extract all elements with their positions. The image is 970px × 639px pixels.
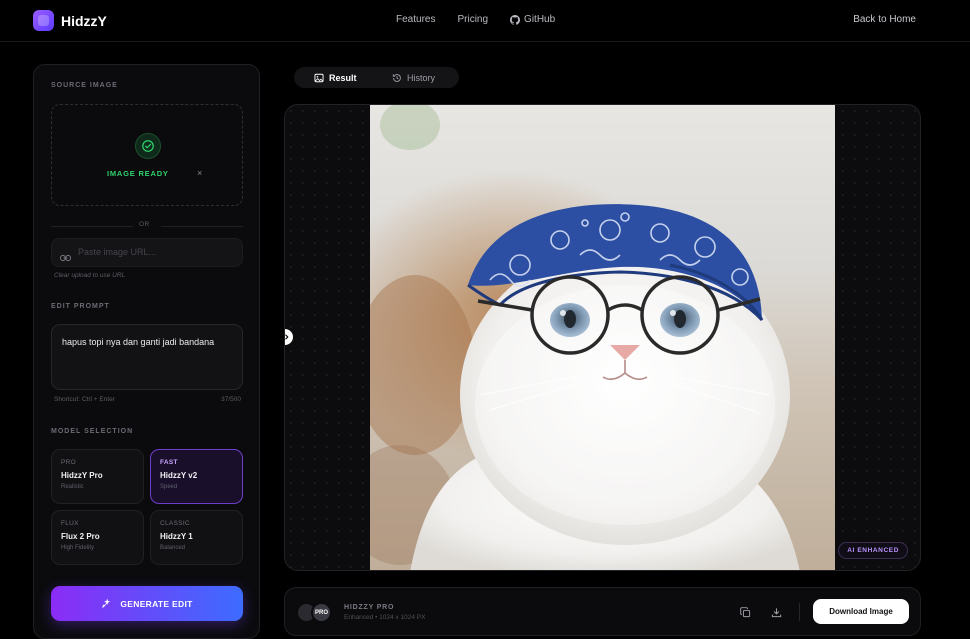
model-subtitle: High Fidelity (61, 545, 95, 551)
remove-image-button[interactable]: × (197, 168, 202, 178)
output-meta: Enhanced • 1024 x 1024 PX (344, 614, 426, 621)
brand-logo[interactable]: HidzzY (33, 10, 107, 31)
save-button[interactable] (769, 605, 783, 619)
chevron-right-icon (285, 334, 289, 340)
nav-github[interactable]: GitHub (510, 14, 555, 25)
image-ready-status: IMAGE READY (107, 169, 169, 178)
copy-icon (739, 606, 750, 617)
generate-edit-button[interactable]: GENERATE EDIT (51, 586, 243, 621)
tab-history[interactable]: History (384, 70, 443, 85)
image-url-input[interactable] (78, 247, 228, 257)
check-icon (135, 133, 161, 159)
generate-edit-label: GENERATE EDIT (120, 598, 193, 609)
or-label: OR (139, 221, 150, 228)
image-icon (314, 73, 324, 82)
nav-github-label: GitHub (524, 14, 556, 25)
top-header: HidzzY Features Pricing GitHub Back to H… (0, 0, 970, 42)
model-subtitle: Speed (160, 484, 178, 490)
compare-handle[interactable] (285, 329, 293, 345)
divider-line (161, 226, 243, 227)
tab-result-label: Result (329, 72, 357, 83)
model-card-hidzzy-pro[interactable]: PRO HidzzY Pro Realistic (51, 449, 144, 504)
nav-pricing[interactable]: Pricing (457, 14, 488, 25)
model-card-hidzzy-v2[interactable]: FAST HidzzY v2 Speed (150, 449, 243, 504)
result-preview: AI ENHANCED (284, 104, 921, 571)
edit-prompt-label: EDIT PROMPT (51, 303, 110, 310)
tab-result[interactable]: Result (306, 70, 365, 85)
logo-icon (33, 10, 54, 31)
ai-enhanced-badge: AI ENHANCED (838, 542, 908, 559)
back-home-link[interactable]: Back to Home (853, 14, 916, 25)
toolbar-divider (799, 603, 800, 621)
cat-photo (370, 105, 800, 570)
model-tag: PRO (61, 459, 76, 466)
output-toolbar: PRO HIDZZY PRO Enhanced • 1024 x 1024 PX… (284, 587, 921, 636)
shortcut-hint: Shortcut: Ctrl + Enter (54, 396, 115, 403)
output-model-title: HIDZZY PRO (344, 604, 395, 611)
model-name: HidzzY Pro (61, 471, 103, 480)
tab-history-label: History (407, 72, 436, 83)
history-icon (392, 73, 401, 82)
model-selection-label: MODEL SELECTION (51, 428, 134, 435)
source-image-label: SOURCE IMAGE (51, 82, 118, 89)
model-subtitle: Balanced (160, 545, 186, 551)
model-subtitle: Realistic (61, 484, 84, 490)
nav-features[interactable]: Features (396, 14, 435, 25)
model-name: Flux 2 Pro (61, 532, 100, 541)
image-url-field[interactable] (51, 238, 243, 267)
divider-line (51, 226, 133, 227)
edit-panel: SOURCE IMAGE IMAGE READY × OR Clear uplo… (33, 64, 260, 639)
or-divider: OR (51, 221, 243, 231)
edit-prompt-textarea[interactable]: hapus topi nya dan ganti jadi bandana (51, 324, 243, 390)
image-dropzone[interactable]: IMAGE READY × (51, 104, 243, 206)
sparkle-icon (102, 598, 111, 608)
model-name: HidzzY v2 (160, 471, 198, 480)
view-tabs: Result History (294, 67, 459, 88)
model-card-flux-2-pro[interactable]: FLUX Flux 2 Pro High Fidelity (51, 510, 144, 565)
model-card-hidzzy-1[interactable]: CLASSIC HidzzY 1 Balanced (150, 510, 243, 565)
character-count: 37/500 (221, 396, 241, 403)
main-nav: Features Pricing GitHub (396, 14, 555, 25)
model-tag: FAST (160, 459, 178, 466)
result-image[interactable] (370, 105, 835, 570)
url-hint: Clear upload to use URL (54, 272, 126, 279)
download-icon (771, 607, 781, 617)
github-icon (510, 14, 521, 25)
model-avatar: PRO (311, 602, 332, 623)
model-name: HidzzY 1 (160, 532, 193, 541)
link-icon (60, 254, 71, 262)
prompt-meta: Shortcut: Ctrl + Enter 37/500 (54, 396, 241, 403)
download-image-button[interactable]: Download Image (813, 599, 909, 624)
copy-button[interactable] (738, 605, 752, 619)
brand-name: HidzzY (61, 12, 107, 29)
model-tag: FLUX (61, 520, 79, 527)
model-tag: CLASSIC (160, 520, 190, 527)
